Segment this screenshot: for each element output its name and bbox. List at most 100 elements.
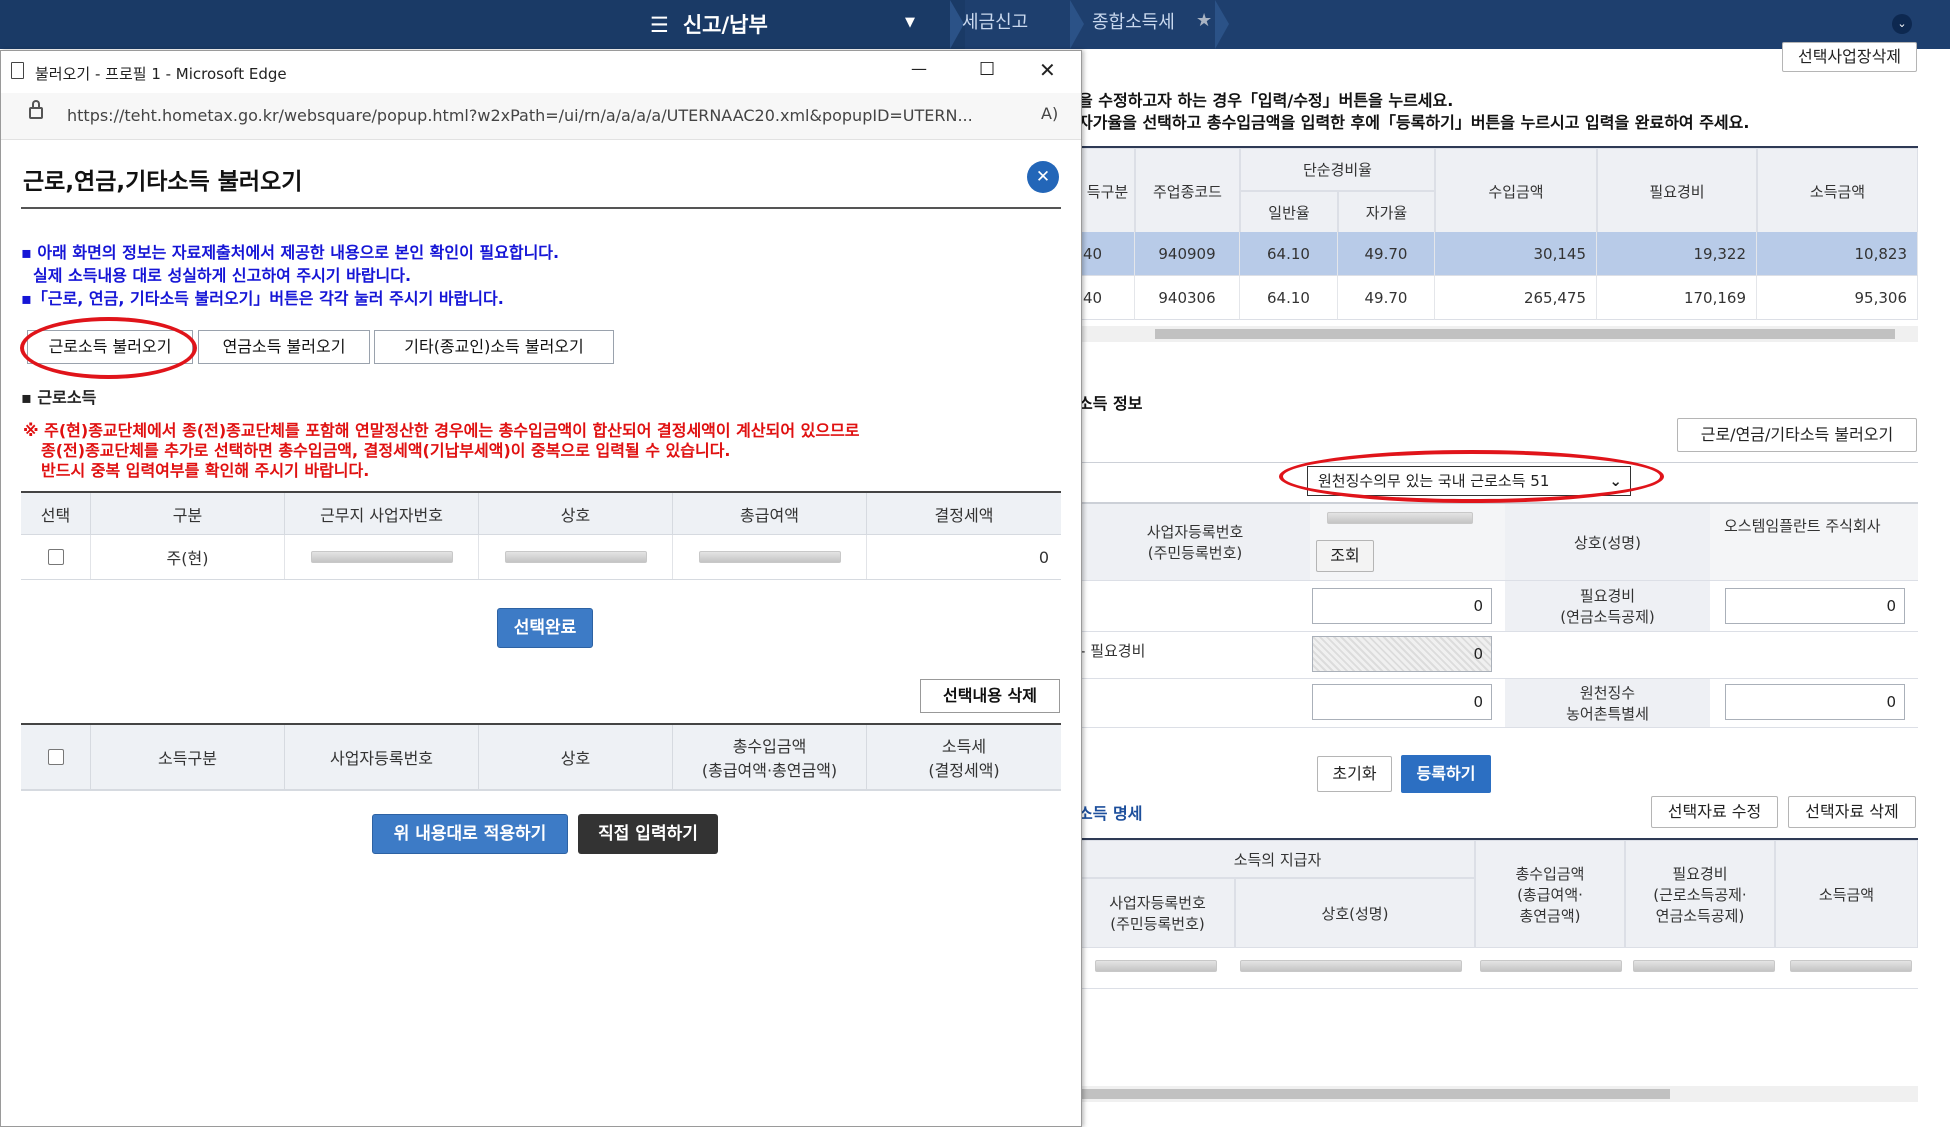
register-button[interactable]: 등록하기 [1401, 755, 1491, 793]
col-detail-expense: 필요경비 (근로소득공제· 연금소득공제) [1625, 840, 1775, 948]
cell-self: 49.70 [1338, 232, 1435, 276]
favorite-star-icon[interactable]: ★ [1196, 10, 1212, 31]
col-company: 상호(성명) [1235, 878, 1475, 948]
cell-income: 30,145 [1435, 232, 1597, 276]
withholding-label: 원천징수 농어촌특별세 [1505, 679, 1710, 727]
biz-reg-value-redacted [1327, 512, 1473, 524]
nav-menu-reports[interactable]: ☰ 신고/납부 [650, 9, 768, 39]
cell-general: 64.10 [1240, 232, 1338, 276]
col-payer: 소득의 지급자 [1080, 840, 1475, 878]
amount-input-3[interactable]: 0 [1312, 684, 1492, 720]
close-popup-icon[interactable]: ✕ [1027, 161, 1059, 193]
col-income-amount: 수입금액 [1435, 148, 1597, 234]
delete-selected-workplace-button[interactable]: 선택사업장삭제 [1782, 42, 1917, 72]
popup-window: 불러오기 - 프로필 1 - Microsoft Edge — ☐ ✕ http… [0, 50, 1082, 1127]
col-income: 소득금액 [1757, 148, 1918, 234]
col-total-salary: 총급여액 [673, 493, 867, 534]
company-value: 오스템임플란트 주식회사 [1724, 517, 1881, 535]
read-aloud-icon[interactable]: A) [1041, 104, 1058, 123]
notice-line-1: ▪ 아래 화면의 정보는 자료제출처에서 제공한 내용으로 본인 확인이 필요합… [21, 243, 560, 262]
top-nav-left-area [0, 0, 965, 49]
maximize-icon[interactable]: ☐ [979, 59, 995, 80]
nav-menu-label: 신고/납부 [682, 13, 768, 37]
table1-header: 선택 구분 근무지 사업자번호 상호 총급여액 결정세액 [21, 493, 1061, 534]
menu-icon: ☰ [650, 13, 669, 37]
direct-input-button[interactable]: 직접 입력하기 [578, 814, 718, 854]
reset-button[interactable]: 초기화 [1317, 756, 1392, 792]
cell-expense: 19,322 [1597, 232, 1757, 276]
scrollbar-thumb[interactable] [1080, 1089, 1670, 1099]
col-company-2: 상호 [479, 725, 673, 789]
expense-cut-label-text: 필요경비 [1090, 642, 1146, 660]
expense-cut-label: - 필요경비 [1080, 642, 1146, 660]
redacted-value [1240, 960, 1462, 972]
close-window-icon[interactable]: ✕ [1039, 58, 1056, 82]
tab-pension-income[interactable]: 연금소득 불러오기 [198, 330, 370, 364]
amount-input-1[interactable]: 0 [1312, 588, 1492, 624]
table-row[interactable]: 40 940909 64.10 49.70 30,145 19,322 10,8… [1080, 232, 1918, 276]
table-row[interactable] [1080, 948, 1918, 989]
breadcrumb-tax-report[interactable]: 세금신고 [962, 0, 1028, 49]
horizontal-scrollbar[interactable] [1080, 1086, 1918, 1102]
window-titlebar: 불러오기 - 프로필 1 - Microsoft Edge — ☐ ✕ [1, 51, 1081, 93]
load-income-button[interactable]: 근로/연금/기타소득 불러오기 [1677, 418, 1917, 452]
scrollbar-thumb[interactable] [1155, 329, 1895, 339]
delete-selection-button[interactable]: 선택내용 삭제 [920, 679, 1060, 713]
edit-selected-button[interactable]: 선택자료 수정 [1651, 796, 1778, 828]
lookup-button[interactable]: 조회 [1316, 540, 1374, 572]
horizontal-scrollbar[interactable] [1080, 326, 1918, 342]
minimize-icon[interactable]: — [911, 59, 927, 78]
cell-general: 64.10 [1240, 276, 1338, 320]
redacted-value [310, 551, 453, 563]
breadcrumb-separator [1215, 0, 1229, 49]
col-self-rate: 자가율 [1338, 191, 1435, 234]
col-determined-tax: 결정세액 [867, 493, 1061, 534]
cell-code: 940909 [1135, 232, 1240, 276]
delete-selected-data-button[interactable]: 선택자료 삭제 [1788, 796, 1916, 828]
row-select-cell [21, 535, 91, 579]
apply-button[interactable]: 위 내용대로 적용하기 [372, 814, 568, 854]
page-icon [11, 62, 24, 79]
table-row[interactable]: 40 940306 64.10 49.70 265,475 170,169 95… [1080, 276, 1918, 320]
notice-line-3: ▪「근로, 연금, 기타소득 불러오기」버튼은 각각 눌러 주시기 바랍니다. [21, 289, 504, 308]
section-income-info: 소득 정보 [1078, 394, 1143, 413]
row-checkbox[interactable] [47, 549, 64, 565]
col-select: 선택 [21, 493, 91, 534]
redacted-value [504, 551, 647, 563]
col-detail-amount: 소득금액 [1775, 840, 1918, 948]
popup-title: 근로,연금,기타소득 불러오기 [23, 169, 303, 195]
amount-input-2-disabled: 0 [1312, 636, 1492, 672]
section-earned-income: ▪ 근로소득 [21, 388, 97, 407]
expense-label: 필요경비 (연금소득공제) [1505, 581, 1710, 631]
col-biz-reg-no: 사업자등록번호 [285, 725, 479, 789]
nav-dropdown-caret-icon[interactable]: ▼ [905, 15, 915, 30]
tab-other-income[interactable]: 기타(종교인)소득 불러오기 [374, 330, 614, 364]
header-select-cell [21, 725, 91, 789]
col-category: 구분 [91, 493, 285, 534]
breadcrumb-comprehensive-income-tax[interactable]: 종합소득세 [1092, 0, 1175, 49]
col-general-rate: 일반율 [1240, 191, 1338, 234]
cell-type: 40 [1080, 276, 1135, 320]
table-row[interactable]: 주(현) 0 [21, 534, 1061, 580]
divider [1080, 727, 1918, 728]
divider [1080, 580, 1918, 581]
warning-line-3: 반드시 중복 입력여부를 확인해 주시기 바랍니다. [41, 461, 370, 480]
url-text[interactable]: https://teht.hometax.go.kr/websquare/pop… [67, 106, 1027, 125]
title-divider [21, 207, 1061, 209]
col-simple-rate: 단순경비율 [1240, 148, 1435, 191]
row-company-cell [479, 535, 673, 579]
cell-self: 49.70 [1338, 276, 1435, 320]
cell-type: 40 [1080, 232, 1135, 276]
divider [1080, 678, 1918, 679]
expense-input[interactable]: 0 [1725, 588, 1905, 624]
income-detail-table-header: 소득의 지급자 사업자등록번호 (주민등록번호) 상호(성명) 총수입금액 (총… [1080, 838, 1918, 950]
address-bar: https://teht.hometax.go.kr/websquare/pop… [1, 93, 1081, 140]
select-complete-button[interactable]: 선택완료 [497, 608, 593, 648]
nav-expand-icon[interactable]: ⌄ [1892, 14, 1912, 34]
withholding-input[interactable]: 0 [1725, 684, 1905, 720]
cell-amount: 95,306 [1757, 276, 1918, 320]
col-income-type: 득구분 [1080, 148, 1135, 234]
col-income-tax: 소득세 (결정세액) [867, 725, 1061, 789]
redacted-value [1790, 960, 1912, 972]
select-all-checkbox[interactable] [47, 749, 64, 765]
